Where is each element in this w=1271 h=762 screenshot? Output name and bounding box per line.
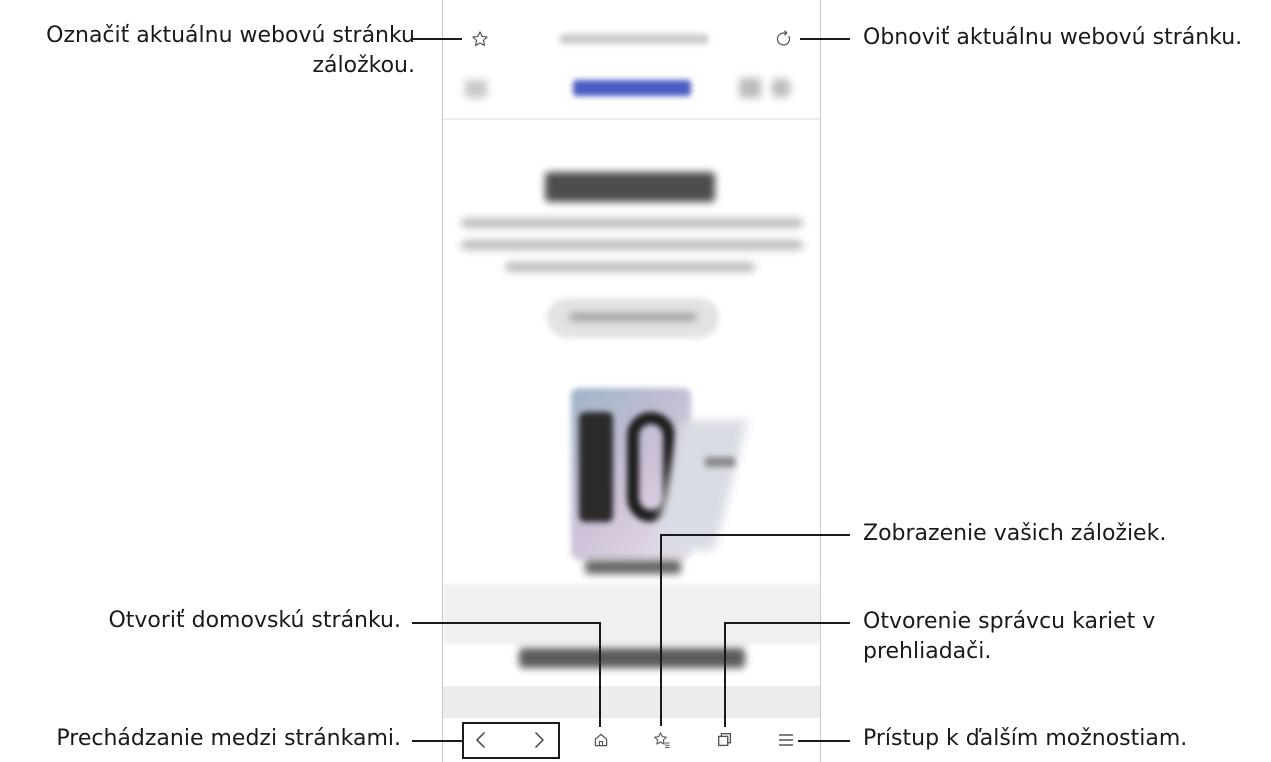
- callout-navigate: Prechádzanie medzi stránkami.: [56, 726, 401, 751]
- callout-tabs-leader-h: [724, 622, 850, 624]
- nav-bracket-right: [558, 722, 560, 758]
- back-icon: [476, 732, 485, 748]
- footer-strip: [443, 686, 820, 720]
- site-menu-icon[interactable]: [465, 80, 487, 98]
- hero-text-line: [461, 218, 803, 228]
- menu-button[interactable]: [775, 729, 797, 751]
- callout-bookmark: Označiť aktuálnu webovú stránku záložkou…: [46, 21, 415, 81]
- callout-bookmark-leader: [412, 38, 462, 40]
- nav-bracket-bottom: [462, 757, 560, 759]
- callout-navigate-leader: [412, 740, 462, 742]
- url-text[interactable]: [559, 34, 709, 44]
- product-caption: [585, 560, 681, 574]
- callout-home-leader-v: [599, 622, 601, 727]
- product-badge: [705, 457, 735, 467]
- refresh-button[interactable]: [773, 28, 795, 50]
- site-header: [443, 62, 820, 120]
- callout-refresh: Obnoviť aktuálnu webovú stránku.: [863, 25, 1243, 50]
- forward-button[interactable]: [527, 728, 551, 752]
- hero-text-line: [505, 262, 755, 272]
- callout-view-bookmarks-leader-v: [660, 534, 662, 726]
- callout-view-bookmarks: Zobrazenie vašich záložiek.: [863, 521, 1167, 546]
- hero-heading: [545, 172, 715, 202]
- callout-bookmark-line1: Označiť aktuálnu webovú stránku: [46, 23, 415, 48]
- refresh-icon: [776, 30, 791, 46]
- hero-text-line: [461, 240, 803, 250]
- callout-tabs: Otvorenie správcu kariet v prehliadači.: [863, 607, 1155, 667]
- nav-bracket-left: [462, 722, 464, 758]
- bookmarks-icon: [654, 732, 670, 749]
- callout-refresh-leader: [800, 38, 850, 40]
- home-icon: [594, 733, 608, 747]
- callout-bookmark-line2: záložkou.: [312, 53, 415, 78]
- star-outline-icon: [472, 31, 488, 47]
- site-search-icon[interactable]: [771, 78, 791, 98]
- callout-more: Prístup k ďalším možnostiam.: [863, 726, 1188, 751]
- callout-home: Otvoriť domovskú stránku.: [108, 608, 401, 633]
- bookmarks-button[interactable]: [651, 729, 673, 751]
- callout-home-leader-h: [412, 622, 601, 624]
- back-button[interactable]: [469, 728, 493, 752]
- bookmark-star-button[interactable]: [469, 28, 491, 50]
- callout-tabs-line1: Otvorenie správcu kariet v: [863, 609, 1156, 634]
- callout-more-leader: [798, 740, 850, 742]
- callout-tabs-line2: prehliadači.: [863, 639, 992, 664]
- tabs-icon: [718, 733, 732, 747]
- section-band: [443, 584, 820, 644]
- tabs-button[interactable]: [714, 729, 736, 751]
- site-cart-icon[interactable]: [739, 78, 761, 98]
- section-heading: [519, 648, 745, 668]
- learn-more-label: [569, 313, 697, 321]
- page-content: [443, 120, 820, 720]
- nav-bracket-top: [462, 722, 560, 724]
- site-logo[interactable]: [573, 80, 691, 96]
- menu-icon: [779, 734, 793, 746]
- bottom-toolbar: [443, 718, 820, 762]
- address-bar: [443, 10, 820, 60]
- callout-tabs-leader-v: [724, 622, 726, 727]
- home-button[interactable]: [590, 729, 612, 751]
- forward-icon: [535, 732, 544, 748]
- browser-screen: [442, 0, 821, 762]
- callout-view-bookmarks-leader-h: [660, 534, 850, 536]
- product-number-1: [579, 412, 613, 522]
